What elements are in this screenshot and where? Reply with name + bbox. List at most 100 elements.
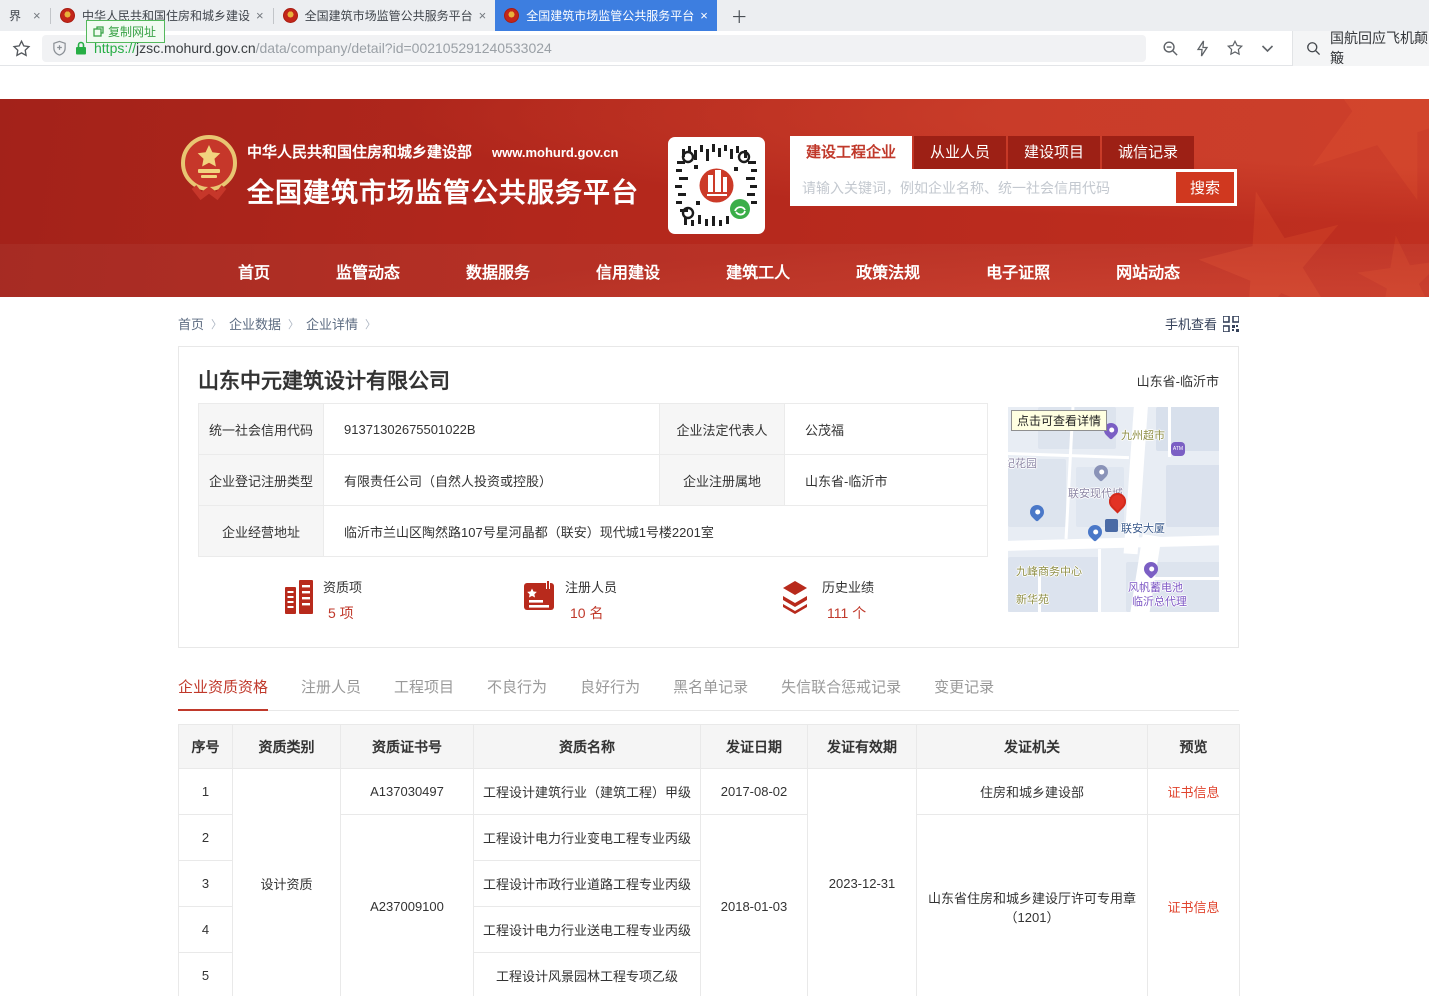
field-label: 企业注册属地 — [660, 455, 785, 506]
nav-item-site-news[interactable]: 网站动态 — [1116, 259, 1180, 283]
national-emblem-logo — [180, 133, 238, 208]
nav-item-home[interactable]: 首页 — [238, 259, 270, 283]
lightning-icon[interactable] — [1196, 40, 1209, 57]
address-input[interactable]: https://jzsc.mohurd.gov.cn/data/company/… — [42, 35, 1146, 62]
stat-personnel[interactable]: 注册人员 10 名 — [522, 577, 617, 623]
chevron-down-icon[interactable] — [1261, 44, 1274, 53]
certificate-info-link[interactable]: 证书信息 — [1167, 785, 1219, 800]
nav-item-policy[interactable]: 政策法规 — [856, 259, 920, 283]
tower-poi-icon — [1105, 519, 1118, 532]
browser-tab-partial[interactable]: 界 × — [0, 0, 50, 31]
issue-date: 2017-08-02 — [701, 769, 808, 815]
quick-search-text: 国航回应飞机颠簸 — [1330, 28, 1429, 68]
close-icon[interactable]: × — [479, 9, 487, 22]
qualification-name: 工程设计电力行业变电工程专业丙级 — [474, 815, 701, 861]
stat-qualifications[interactable]: 资质项 5 项 — [284, 577, 362, 623]
tab-qualifications[interactable]: 企业资质资格 — [178, 676, 268, 711]
page-top-gap — [0, 66, 1429, 99]
nav-item-supervision[interactable]: 监管动态 — [336, 259, 400, 283]
stat-value: 111 个 — [822, 603, 874, 623]
reg-region-value: 山东省-临沂市 — [785, 455, 988, 506]
browser-tab-active[interactable]: 全国建筑市场监管公共服务平台 × — [495, 0, 717, 31]
tab-changes[interactable]: 变更记录 — [934, 676, 994, 710]
favorite-star-icon[interactable] — [1226, 39, 1244, 57]
emblem-favicon — [60, 8, 75, 23]
ministry-url: www.mohurd.gov.cn — [492, 145, 618, 160]
breadcrumb-separator: 〉 — [365, 316, 376, 332]
url-path: /data/company/detail?id=0021052912405330… — [256, 40, 552, 56]
table-header-row: 序号 资质类别 资质证书号 资质名称 发证日期 发证有效期 发证机关 预览 — [179, 725, 1240, 769]
site-title: 全国建筑市场监管公共服务平台 — [247, 171, 639, 210]
nav-item-workers[interactable]: 建筑工人 — [726, 259, 790, 283]
mobile-view-link[interactable]: 手机查看 — [1165, 314, 1239, 333]
nav-item-data-service[interactable]: 数据服务 — [466, 259, 530, 283]
tab-title: 界 — [9, 7, 27, 24]
breadcrumb-home[interactable]: 首页 — [178, 314, 204, 333]
nav-item-credit[interactable]: 信用建设 — [596, 259, 660, 283]
browser-url-bar: https://jzsc.mohurd.gov.cn/data/company/… — [0, 31, 1429, 66]
lock-icon — [75, 41, 87, 55]
nav-item-certificates[interactable]: 电子证照 — [986, 259, 1050, 283]
field-label: 企业经营地址 — [199, 506, 324, 557]
company-summary-card: 山东中元建筑设计有限公司 山东省-临沂市 统一社会信用代码 9137130267… — [178, 346, 1239, 648]
tab-blacklist[interactable]: 黑名单记录 — [673, 676, 748, 710]
map-road — [1098, 549, 1101, 612]
copy-url-tooltip[interactable]: 复制网址 — [86, 20, 165, 43]
qualification-name: 工程设计电力行业送电工程专业丙级 — [474, 907, 701, 953]
search-tab-personnel[interactable]: 从业人员 — [914, 136, 1006, 169]
map-label-garden: 纪花园 — [1008, 455, 1037, 471]
col-header-no: 序号 — [179, 725, 233, 769]
tab-projects[interactable]: 工程项目 — [394, 676, 454, 710]
close-icon[interactable]: × — [33, 9, 41, 22]
credit-code-value: 91371302675501022B — [324, 404, 660, 455]
company-name: 山东中元建筑设计有限公司 — [198, 365, 450, 395]
new-tab-button[interactable]: ＋ — [731, 3, 748, 28]
header-search-module: 建设工程企业 从业人员 建设项目 诚信记录 搜索 — [790, 136, 1237, 206]
search-tab-project[interactable]: 建设项目 — [1008, 136, 1100, 169]
qualification-category: 设计资质 — [233, 769, 341, 996]
location-map[interactable]: 九州超市 ATM 纪花园 联安现代城 联安大厦 九峰商务中心 风帆蓄电池 临沂总… — [1008, 407, 1219, 612]
breadcrumb-separator: 〉 — [288, 316, 299, 332]
company-stats: 资质项 5 项 注册人员 10 名 历史业绩 — [198, 577, 987, 623]
tab-good-behavior[interactable]: 良好行为 — [580, 676, 640, 710]
keyword-search-input[interactable] — [790, 169, 1173, 206]
map-block — [1166, 465, 1219, 527]
qr-code — [668, 137, 765, 234]
breadcrumb-company-data[interactable]: 企业数据 — [229, 314, 281, 333]
close-icon[interactable]: × — [256, 9, 264, 22]
map-label-business-center: 九峰商务中心 — [1016, 563, 1082, 579]
map-label-lianan-tower: 联安大厦 — [1121, 520, 1165, 536]
browser-tab-jzsc[interactable]: 全国建筑市场监管公共服务平台 × — [274, 0, 496, 31]
atm-icon: ATM — [1171, 442, 1185, 456]
validity-date: 2023-12-31 — [808, 769, 917, 996]
breadcrumb-company-detail[interactable]: 企业详情 — [306, 314, 358, 333]
close-icon[interactable]: × — [700, 9, 708, 22]
qualification-name: 工程设计市政行业道路工程专业丙级 — [474, 861, 701, 907]
layers-icon — [777, 579, 813, 615]
zoom-out-icon[interactable] — [1162, 40, 1179, 57]
browser-chrome: 界 × 中华人民共和国住房和城乡建设 × 全国建筑市场监管公共服务平台 × 全国… — [0, 0, 1429, 99]
cert-number: A137030497 — [341, 769, 474, 815]
flag-star-decoration — [1269, 99, 1429, 229]
search-button[interactable]: 搜索 — [1173, 169, 1237, 206]
stat-value: 10 名 — [565, 603, 617, 623]
search-tab-credit[interactable]: 诚信记录 — [1102, 136, 1194, 169]
mobile-view-label: 手机查看 — [1165, 314, 1217, 333]
cert-number: A237009100 — [341, 815, 474, 996]
col-header-category: 资质类别 — [233, 725, 341, 769]
bookmark-star-icon[interactable] — [12, 39, 31, 58]
issuing-authority: 山东省住房和城乡建设厅许可专用章（1201） — [917, 815, 1148, 996]
company-region: 山东省-临沂市 — [1137, 371, 1219, 390]
main-navigation: 首页 监管动态 数据服务 信用建设 建筑工人 政策法规 电子证照 网站动态 — [0, 244, 1429, 297]
row-no: 4 — [179, 907, 233, 953]
copy-url-label: 复制网址 — [108, 23, 156, 40]
search-tab-enterprise[interactable]: 建设工程企业 — [790, 136, 912, 169]
tab-bad-behavior[interactable]: 不良行为 — [487, 676, 547, 710]
tab-registered-personnel[interactable]: 注册人员 — [301, 676, 361, 710]
stat-performance[interactable]: 历史业绩 111 个 — [777, 577, 874, 623]
certificate-info-link[interactable]: 证书信息 — [1167, 900, 1219, 915]
table-row: 1 设计资质 A137030497 工程设计建筑行业（建筑工程）甲级 2017-… — [179, 769, 1240, 815]
tab-dishonesty[interactable]: 失信联合惩戒记录 — [781, 676, 901, 710]
quick-search-box[interactable]: 国航回应飞机颠簸 — [1292, 31, 1429, 66]
stat-label: 注册人员 — [565, 577, 617, 596]
